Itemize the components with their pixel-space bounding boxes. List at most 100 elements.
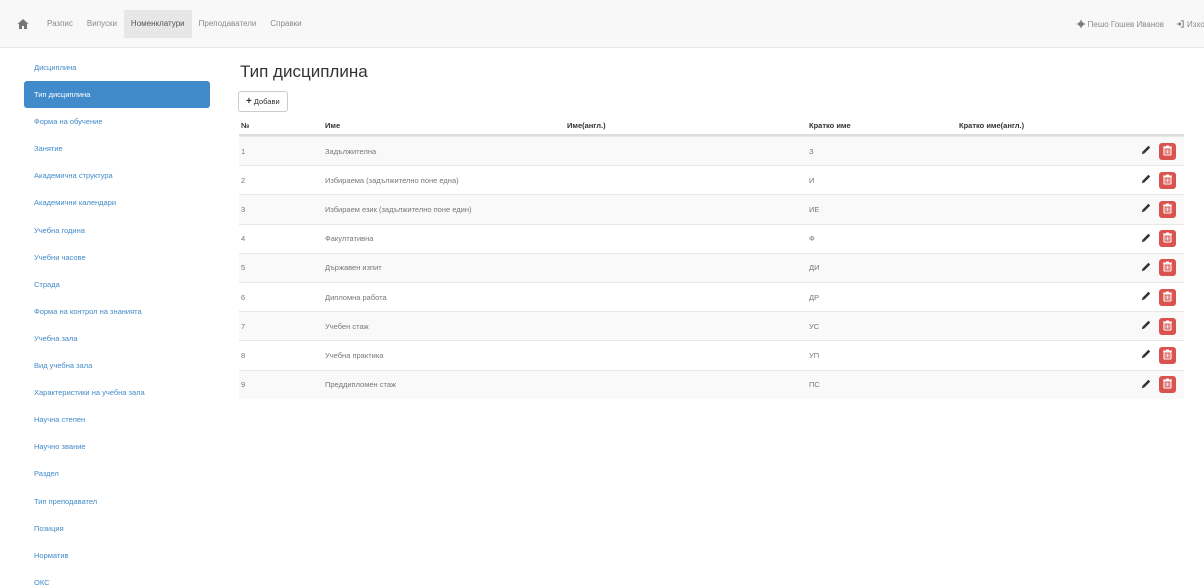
pencil-icon bbox=[1140, 144, 1152, 158]
pencil-icon bbox=[1140, 378, 1152, 392]
delete-button[interactable] bbox=[1159, 317, 1176, 335]
home-icon[interactable] bbox=[16, 17, 30, 31]
sidebar-item-19[interactable]: ОКС bbox=[24, 569, 210, 585]
trash-icon bbox=[1162, 232, 1173, 245]
sidebar-item-5[interactable]: Академични календари bbox=[24, 189, 210, 216]
trash-icon bbox=[1162, 145, 1173, 158]
cell-name: Задължителна bbox=[325, 146, 377, 156]
table-row: 5 Държавен изпит ДИ bbox=[239, 252, 1184, 282]
table-row: 1 Задължителна З bbox=[239, 136, 1184, 166]
cell-name: Учебен стаж bbox=[325, 321, 369, 331]
cell-name: Държавен изпит bbox=[325, 263, 382, 273]
logout-label: Изход bbox=[1187, 19, 1204, 29]
nav-right: Пешо Гошев Иванов Изход bbox=[1076, 10, 1204, 38]
sidebar-item-15[interactable]: Раздел bbox=[24, 460, 210, 487]
logout-icon bbox=[1176, 20, 1184, 28]
cell-short: Ф bbox=[809, 234, 815, 244]
pencil-icon bbox=[1140, 232, 1152, 246]
trash-icon bbox=[1162, 203, 1173, 216]
sidebar-item-9[interactable]: Форма на контрол на знанията bbox=[24, 298, 210, 325]
nav-link-3[interactable]: Преподаватели bbox=[192, 10, 264, 38]
edit-button[interactable] bbox=[1138, 289, 1154, 305]
trash-icon bbox=[1162, 320, 1173, 333]
edit-button[interactable] bbox=[1138, 260, 1154, 276]
sidebar-item-16[interactable]: Тип преподавател bbox=[24, 488, 210, 515]
nav-link-0[interactable]: Разпис bbox=[40, 10, 80, 38]
trash-icon bbox=[1162, 291, 1173, 304]
sidebar-item-2[interactable]: Форма на обучение bbox=[24, 108, 210, 135]
nav-link-2[interactable]: Номенклатури bbox=[123, 10, 192, 38]
table-row: 7 Учебен стаж УС bbox=[239, 311, 1184, 341]
sidebar-item-14[interactable]: Научно звание bbox=[24, 433, 210, 460]
row-actions bbox=[1134, 346, 1184, 364]
pencil-icon bbox=[1140, 173, 1152, 187]
delete-button[interactable] bbox=[1159, 346, 1176, 364]
edit-button[interactable] bbox=[1138, 201, 1154, 217]
delete-button[interactable] bbox=[1159, 376, 1176, 394]
header-name: Име bbox=[325, 120, 341, 130]
table-row: 8 Учебна практика УП bbox=[239, 340, 1184, 369]
table-body: 1 Задължителна З 2 Избираема (задължително п… bbox=[239, 136, 1184, 399]
cell-name: Факултативна bbox=[325, 234, 374, 244]
cell-short: И bbox=[809, 175, 815, 185]
sidebar-item-3[interactable]: Занятие bbox=[24, 135, 210, 162]
cell-short: ДР bbox=[809, 292, 820, 302]
edit-button[interactable] bbox=[1138, 318, 1154, 334]
add-button-label: Добави bbox=[253, 97, 280, 106]
sidebar-item-10[interactable]: Учебна зала bbox=[24, 325, 210, 352]
sidebar-item-4[interactable]: Академична структура bbox=[24, 162, 210, 189]
cell-name: Избираема (задължително поне една) bbox=[325, 175, 459, 185]
sidebar-item-17[interactable]: Позиция bbox=[24, 515, 210, 542]
row-actions bbox=[1134, 171, 1184, 189]
row-actions bbox=[1134, 288, 1184, 306]
delete-button[interactable] bbox=[1159, 230, 1176, 248]
row-actions bbox=[1134, 142, 1184, 160]
top-navbar: Разпис Випуски Номенклатури Преподаватели Сп… bbox=[0, 0, 1204, 48]
cell-num: 4 bbox=[241, 234, 246, 244]
edit-button[interactable] bbox=[1138, 172, 1154, 188]
cell-num: 3 bbox=[241, 204, 246, 214]
nav-links: Разпис Випуски Номенклатури Преподаватели Сп… bbox=[40, 10, 309, 38]
add-button[interactable]: + Добави bbox=[238, 91, 288, 112]
cell-num: 5 bbox=[241, 263, 246, 273]
sidebar-item-8[interactable]: Страда bbox=[24, 271, 210, 298]
sidebar-item-6[interactable]: Учебна година bbox=[24, 217, 210, 244]
header-short: Кратко име bbox=[809, 120, 851, 130]
user-menu[interactable]: Пешо Гошев Иванов bbox=[1076, 19, 1164, 29]
header-short-en: Кратко име(англ.) bbox=[959, 120, 1025, 130]
trash-icon bbox=[1162, 349, 1173, 362]
row-actions bbox=[1134, 230, 1184, 248]
delete-button[interactable] bbox=[1159, 259, 1176, 277]
row-actions bbox=[1134, 259, 1184, 277]
sidebar-item-13[interactable]: Научна степен bbox=[24, 406, 210, 433]
delete-button[interactable] bbox=[1159, 142, 1176, 160]
cell-name: Преддипломен стаж bbox=[325, 380, 397, 390]
user-name: Пешо Гошев Иванов bbox=[1087, 19, 1164, 29]
sidebar-item-7[interactable]: Учебни часове bbox=[24, 244, 210, 271]
nav-link-4[interactable]: Справки bbox=[263, 10, 308, 38]
sidebar-item-0[interactable]: Дисциплина bbox=[24, 54, 210, 81]
edit-button[interactable] bbox=[1138, 231, 1154, 247]
logout-link[interactable]: Изход bbox=[1176, 20, 1204, 29]
edit-button[interactable] bbox=[1138, 377, 1154, 393]
delete-button[interactable] bbox=[1159, 171, 1176, 189]
sidebar-item-11[interactable]: Вид учебна зала bbox=[24, 352, 210, 379]
gear-icon bbox=[1076, 20, 1085, 28]
table-row: 2 Избираема (задължително поне една) И bbox=[239, 165, 1184, 194]
cell-name: Учебна практика bbox=[325, 350, 384, 360]
cell-short: УС bbox=[809, 321, 820, 331]
edit-button[interactable] bbox=[1138, 347, 1154, 363]
data-table: № Име Име(англ.) Кратко име Кратко име(а… bbox=[239, 116, 1184, 399]
delete-button[interactable] bbox=[1159, 200, 1176, 218]
sidebar-item-12[interactable]: Характеристики на учебна зала bbox=[24, 379, 210, 406]
cell-num: 1 bbox=[241, 146, 246, 156]
cell-short: ДИ bbox=[809, 263, 820, 273]
delete-button[interactable] bbox=[1159, 288, 1176, 306]
edit-button[interactable] bbox=[1138, 143, 1154, 159]
sidebar-item-18[interactable]: Норматив bbox=[24, 542, 210, 569]
header-name-en: Име(англ.) bbox=[567, 120, 606, 130]
sidebar-item-1[interactable]: Тип дисциплина bbox=[24, 81, 210, 109]
nav-link-1[interactable]: Випуски bbox=[80, 10, 124, 38]
table-row: 4 Факултативна Ф bbox=[239, 223, 1184, 253]
pencil-icon bbox=[1140, 319, 1152, 333]
